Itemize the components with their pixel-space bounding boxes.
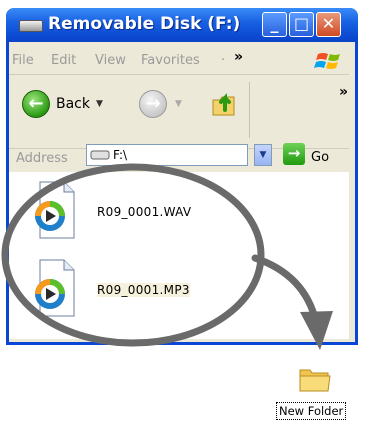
title-bar[interactable]: Removable Disk (F:) _ □ ✕: [6, 8, 358, 42]
window-title: Removable Disk (F:): [48, 14, 241, 34]
drive-icon: [90, 150, 110, 160]
close-button[interactable]: ✕: [316, 12, 341, 37]
folder-icon[interactable]: [298, 364, 332, 394]
back-arrow-icon[interactable]: ←: [22, 90, 50, 118]
menu-bar: File Edit View Favorites · »: [9, 44, 349, 75]
menu-edit[interactable]: Edit: [51, 53, 76, 68]
toolbar-divider: [249, 82, 250, 138]
back-button-label[interactable]: Back: [56, 96, 90, 112]
menu-view[interactable]: View: [95, 53, 126, 68]
address-field[interactable]: F:\: [86, 144, 248, 166]
maximize-button[interactable]: □: [289, 12, 314, 37]
menu-file[interactable]: File: [12, 53, 34, 68]
back-dropdown-caret[interactable]: ▼: [96, 99, 103, 109]
toolbar-overflow-chevron[interactable]: »: [339, 84, 348, 100]
menu-separator: ·: [221, 53, 226, 68]
forward-dropdown-caret[interactable]: ▼: [175, 99, 182, 109]
standard-toolbar: [9, 76, 349, 149]
file-name[interactable]: R09_0001.MP3: [97, 283, 190, 297]
windows-media-player-icon[interactable]: [30, 258, 80, 320]
go-button-label[interactable]: Go: [311, 150, 329, 165]
go-arrow-icon[interactable]: →: [283, 143, 305, 165]
windows-logo-icon: [314, 53, 340, 69]
menu-overflow-chevron[interactable]: »: [234, 49, 243, 65]
forward-arrow-icon[interactable]: →: [139, 90, 167, 118]
up-folder-icon[interactable]: [210, 88, 240, 118]
minimize-button[interactable]: _: [262, 12, 287, 37]
file-name[interactable]: R09_0001.WAV: [97, 205, 191, 219]
new-folder-label[interactable]: New Folder: [276, 402, 347, 420]
menu-favorites[interactable]: Favorites: [141, 53, 200, 68]
address-dropdown-button[interactable]: ▼: [254, 144, 272, 166]
address-label: Address: [16, 151, 68, 166]
address-value: F:\: [113, 148, 128, 162]
windows-media-player-icon[interactable]: [30, 180, 80, 242]
removable-disk-icon: [19, 20, 43, 32]
